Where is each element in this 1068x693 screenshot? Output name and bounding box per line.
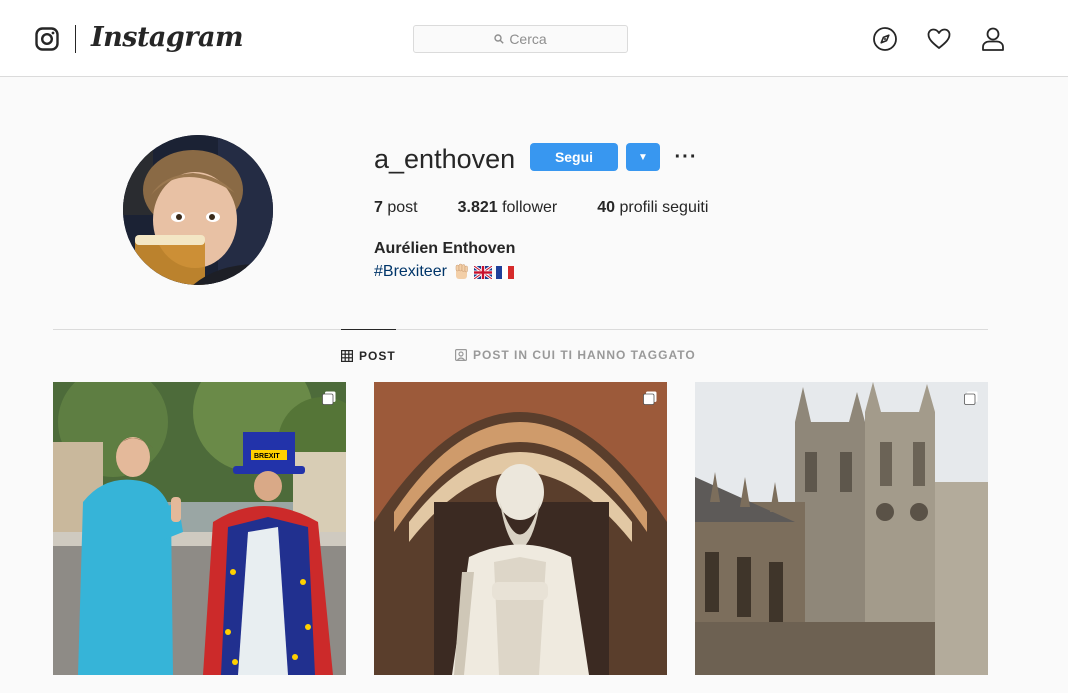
tab-tagged-label: POST IN CUI TI HANNO TAGGATO: [473, 348, 696, 362]
posts-count: 7 post: [374, 199, 418, 216]
uk-flag-icon: [473, 265, 492, 279]
search-placeholder: Cerca: [509, 31, 547, 47]
post-thumbnail-statue[interactable]: [374, 382, 667, 675]
svg-text:BREXIT: BREXIT: [254, 453, 280, 460]
multiple-posts-icon: [322, 391, 336, 405]
multiple-posts-icon: [964, 391, 978, 405]
profile-username: a_enthoven: [374, 144, 516, 174]
tagged-icon: [455, 349, 467, 361]
tab-posts-label: POST: [359, 348, 396, 363]
bio-hashtag-link[interactable]: #Brexiteer: [374, 263, 447, 281]
search-input[interactable]: Cerca: [413, 25, 628, 53]
avatar[interactable]: [123, 135, 273, 285]
profile-icon[interactable]: [980, 26, 1006, 52]
caret-down-icon: ▼: [638, 151, 648, 163]
explore-icon[interactable]: [872, 26, 898, 52]
profile-bio: #Brexiteer: [374, 263, 518, 281]
followers-count[interactable]: 3.821 follower: [458, 199, 558, 217]
instagram-camera-icon[interactable]: [35, 27, 59, 51]
post-thumbnail-protest[interactable]: BREXIT: [53, 382, 346, 675]
more-options-button[interactable]: ···: [673, 143, 699, 171]
follow-button[interactable]: Segui: [530, 143, 618, 171]
post-thumbnail-abbey[interactable]: [695, 382, 988, 675]
profile-stats: 7 post 3.821 follower 40 profili seguiti: [374, 199, 748, 217]
tab-posts[interactable]: POST: [341, 329, 396, 381]
top-nav: Instagram Cerca: [0, 0, 1068, 77]
search-icon: [494, 31, 509, 47]
tab-tagged[interactable]: POST IN CUI TI HANNO TAGGATO: [455, 329, 696, 381]
instagram-wordmark[interactable]: Instagram: [91, 20, 244, 56]
france-flag-icon: [495, 265, 514, 279]
raised-fist-emoji-icon: [452, 263, 470, 281]
following-count[interactable]: 40 profili seguiti: [597, 199, 708, 217]
grid-icon: [341, 349, 353, 362]
profile-full-name: Aurélien Enthoven: [374, 240, 516, 257]
heart-icon[interactable]: [926, 26, 952, 52]
logo-divider: [75, 25, 76, 53]
suggested-dropdown-button[interactable]: ▼: [626, 143, 660, 171]
multiple-posts-icon: [643, 391, 657, 405]
